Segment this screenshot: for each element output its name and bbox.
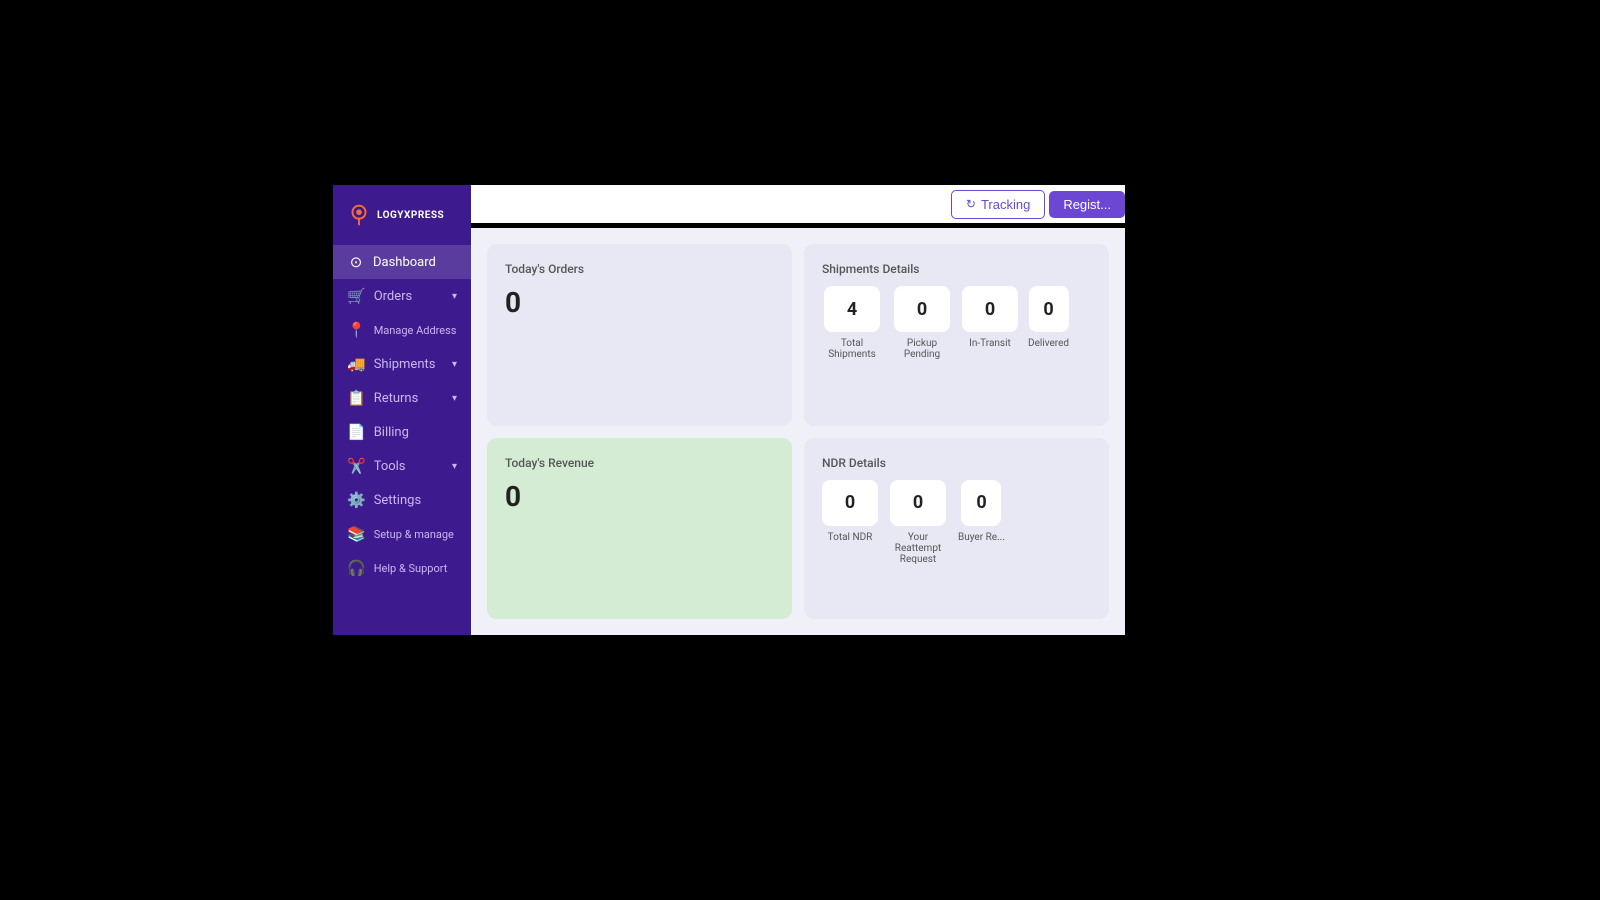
sidebar: LOGYXPRESS ⊙ Dashboard 🛒 Orders ▾ 📍 Mana… — [333, 185, 471, 635]
tracking-button[interactable]: ↻ Tracking — [951, 190, 1045, 219]
logo-icon — [345, 201, 373, 229]
dashboard-icon: ⊙ — [347, 253, 365, 271]
total-shipments-label: Total Shipments — [822, 338, 882, 360]
sidebar-item-label: Orders — [374, 289, 413, 304]
today-revenue-title: Today's Revenue — [505, 456, 774, 470]
sidebar-item-label: Tools — [374, 459, 406, 474]
register-label: Regist... — [1063, 197, 1111, 212]
logo-text: LOGYXPRESS — [377, 210, 444, 221]
sidebar-item-help[interactable]: 🎧 Help & Support — [333, 551, 471, 585]
cards-area: Today's Orders 0 Shipments Details 4 Tot… — [471, 228, 1125, 635]
today-orders-title: Today's Orders — [505, 262, 774, 276]
sidebar-item-orders[interactable]: 🛒 Orders ▾ — [333, 279, 471, 313]
sidebar-item-label: Returns — [374, 391, 419, 406]
reattempt-value: 0 — [890, 480, 946, 526]
orders-icon: 🛒 — [347, 287, 366, 305]
settings-icon: ⚙️ — [347, 491, 366, 509]
reattempt-stat: 0 Your Reattempt Request — [888, 480, 948, 565]
setup-icon: 📚 — [347, 525, 366, 543]
total-ndr-label: Total NDR — [828, 532, 873, 543]
sidebar-item-label: Shipments — [374, 357, 436, 372]
chevron-down-icon: ▾ — [452, 359, 457, 370]
delivered-label: Delivered — [1028, 338, 1069, 349]
sidebar-item-billing[interactable]: 📄 Billing — [333, 415, 471, 449]
today-revenue-card: Today's Revenue 0 — [487, 438, 792, 620]
sidebar-item-shipments[interactable]: 🚚 Shipments ▾ — [333, 347, 471, 381]
pickup-pending-value: 0 — [894, 286, 950, 332]
pickup-pending-label: Pickup Pending — [892, 338, 952, 360]
sidebar-item-label: Help & Support — [374, 562, 448, 575]
buyer-re-value: 0 — [961, 480, 1001, 526]
register-button[interactable]: Regist... — [1049, 191, 1125, 218]
ndr-stat-boxes: 0 Total NDR 0 Your Reattempt Request 0 B… — [822, 480, 1091, 565]
sidebar-item-dashboard[interactable]: ⊙ Dashboard — [333, 245, 471, 279]
buyer-re-label: Buyer Re... — [958, 532, 1005, 543]
sidebar-item-label: Billing — [374, 425, 409, 440]
sidebar-item-setup[interactable]: 📚 Setup & manage — [333, 517, 471, 551]
chevron-down-icon: ▾ — [452, 291, 457, 302]
shipments-details-title: Shipments Details — [822, 262, 1091, 276]
total-shipments-value: 4 — [824, 286, 880, 332]
shipments-stat-boxes: 4 Total Shipments 0 Pickup Pending 0 In-… — [822, 286, 1091, 360]
sidebar-item-label: Settings — [374, 493, 421, 508]
sidebar-item-manage-address[interactable]: 📍 Manage Address — [333, 313, 471, 347]
sidebar-item-returns[interactable]: 📋 Returns ▾ — [333, 381, 471, 415]
chevron-down-icon: ▾ — [452, 461, 457, 472]
sidebar-item-tools[interactable]: ✂️ Tools ▾ — [333, 449, 471, 483]
tracking-label: Tracking — [981, 197, 1030, 212]
billing-icon: 📄 — [347, 423, 366, 441]
today-revenue-value: 0 — [505, 480, 774, 513]
delivered-value: 0 — [1029, 286, 1069, 332]
sidebar-item-label: Dashboard — [373, 255, 436, 270]
ndr-details-title: NDR Details — [822, 456, 1091, 470]
logo-area: LOGYXPRESS — [333, 193, 456, 237]
returns-icon: 📋 — [347, 389, 366, 407]
pickup-pending-stat: 0 Pickup Pending — [892, 286, 952, 360]
sidebar-item-settings[interactable]: ⚙️ Settings — [333, 483, 471, 517]
chevron-down-icon: ▾ — [452, 393, 457, 404]
in-transit-value: 0 — [962, 286, 1018, 332]
today-orders-value: 0 — [505, 286, 774, 319]
truck-icon: 🚚 — [347, 355, 366, 373]
location-icon: 📍 — [347, 321, 366, 339]
buyer-re-stat: 0 Buyer Re... — [958, 480, 1005, 565]
ndr-details-card: NDR Details 0 Total NDR 0 Your Reattempt… — [804, 438, 1109, 620]
delivered-stat: 0 Delivered — [1028, 286, 1069, 360]
tools-icon: ✂️ — [347, 457, 366, 475]
total-shipments-stat: 4 Total Shipments — [822, 286, 882, 360]
total-ndr-stat: 0 Total NDR — [822, 480, 878, 565]
shipments-details-card: Shipments Details 4 Total Shipments 0 Pi… — [804, 244, 1109, 426]
help-icon: 🎧 — [347, 559, 366, 577]
sidebar-item-label: Setup & manage — [374, 528, 454, 541]
header-bar: ↻ Tracking Regist... — [471, 185, 1125, 223]
refresh-icon: ↻ — [966, 197, 976, 211]
sidebar-item-label: Manage Address — [374, 324, 457, 337]
in-transit-label: In-Transit — [969, 338, 1011, 349]
total-ndr-value: 0 — [822, 480, 878, 526]
reattempt-label: Your Reattempt Request — [888, 532, 948, 565]
today-orders-card: Today's Orders 0 — [487, 244, 792, 426]
in-transit-stat: 0 In-Transit — [962, 286, 1018, 360]
